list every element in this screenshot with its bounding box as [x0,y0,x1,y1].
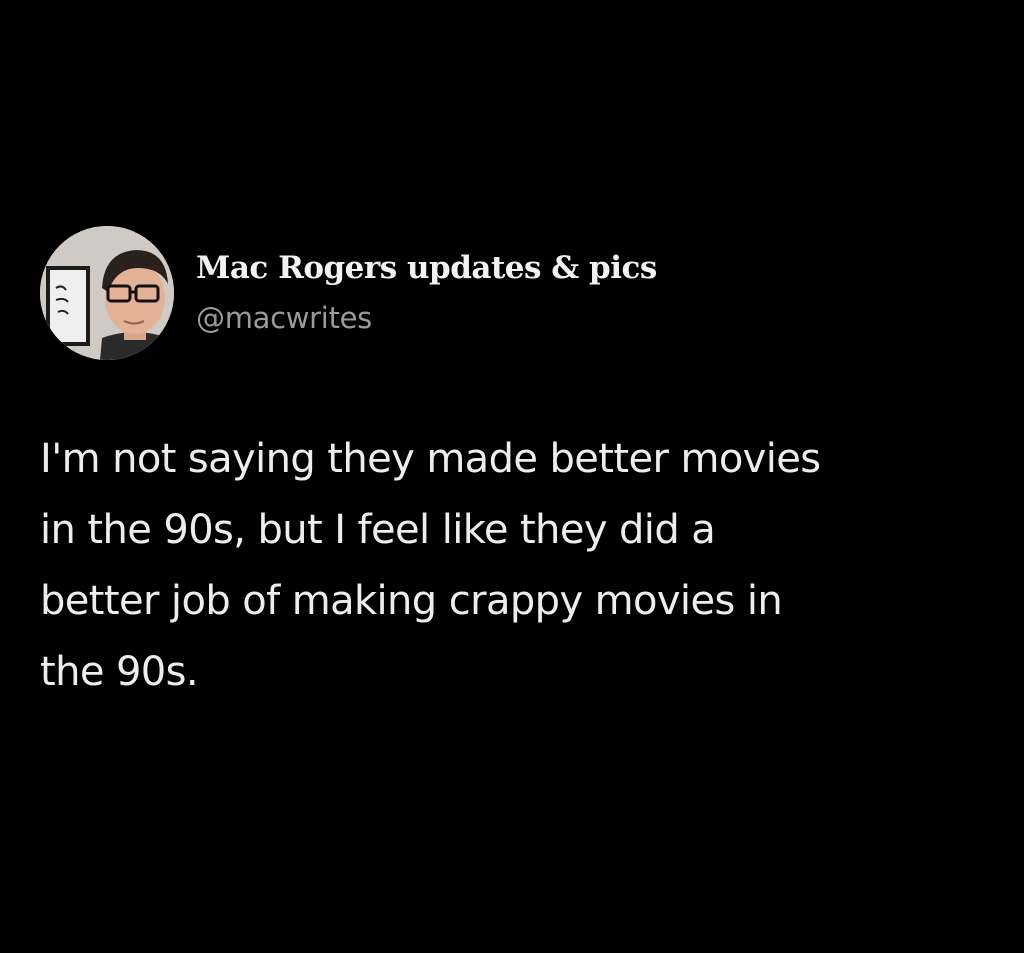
author-handle[interactable]: @macwrites [196,298,372,338]
tweet-text-line: in the 90s, but I feel like they did a [40,507,716,553]
author-display-name[interactable]: Mac Rogers updates & pics [196,248,657,288]
tweet-text-line: better job of making crappy movies in [40,578,783,624]
tweet-card: Mac Rogers updates & pics @macwrites I'm… [0,0,1024,953]
tweet-text-line: the 90s. [40,649,199,695]
profile-photo-icon [40,226,174,360]
avatar[interactable] [40,226,174,360]
tweet-text: I'm not saying they made better movies i… [40,424,990,708]
tweet-text-line: I'm not saying they made better movies [40,436,821,482]
